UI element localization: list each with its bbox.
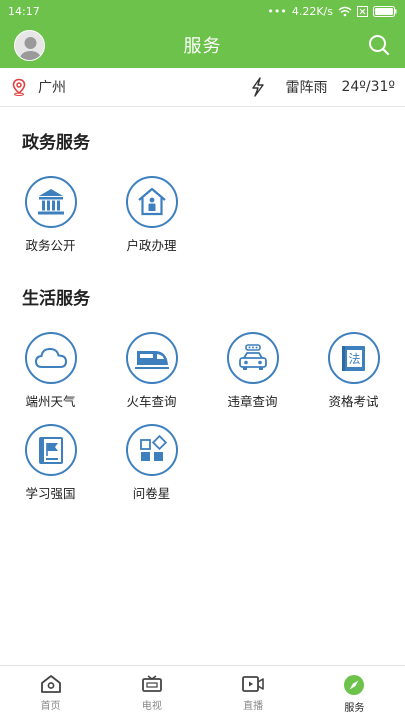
app-header: 服务	[0, 22, 405, 68]
government-services-grid: 政务公开 户政办理	[0, 176, 405, 254]
car-icon	[238, 344, 267, 370]
service-label: 问卷星	[132, 486, 171, 501]
service-icon-circle	[226, 332, 279, 384]
flag-book-icon	[38, 437, 63, 464]
service-icon-circle	[125, 332, 178, 384]
wifi-icon	[338, 6, 352, 16]
service-item-government-disclosure[interactable]: 政务公开	[0, 176, 101, 254]
service-label: 端州天气	[25, 394, 76, 409]
service-item-survey-star[interactable]: 问卷星	[101, 424, 202, 502]
government-building-icon	[37, 189, 64, 215]
user-avatar-icon	[19, 37, 42, 60]
service-label: 学习强国	[25, 486, 76, 501]
live-video-icon	[242, 676, 264, 692]
train-icon	[134, 351, 169, 369]
service-item-xuexi-qiangguo[interactable]: 学习强国	[0, 424, 101, 502]
status-bar: 14:17 ••• 4.22K/s	[0, 0, 405, 22]
city-name[interactable]: 广州	[38, 77, 249, 97]
service-label: 火车查询	[126, 394, 177, 409]
service-icon-circle	[125, 424, 178, 476]
bottom-tab-bar: 首页 电视 直播 服务	[0, 665, 405, 720]
survey-blocks-icon	[139, 434, 167, 461]
home-icon	[40, 675, 61, 693]
service-item-train[interactable]: 火车查询	[101, 332, 202, 410]
cloud-icon	[34, 347, 67, 368]
service-item-qualification-exam[interactable]: 法 资格考试	[303, 332, 404, 410]
service-label: 政务公开	[25, 238, 76, 253]
status-indicators: ••• 4.22K/s	[267, 5, 397, 18]
law-book-icon: 法	[341, 346, 365, 371]
tab-label: 首页	[40, 701, 61, 712]
service-item-weather[interactable]: 端州天气	[0, 332, 101, 410]
tab-label: 直播	[243, 701, 264, 712]
section-title-government: 政务服务	[22, 133, 90, 153]
battery-icon	[373, 5, 397, 17]
weather-condition: 雷阵雨	[285, 80, 328, 96]
service-item-household[interactable]: 户政办理	[101, 176, 202, 254]
search-icon[interactable]	[367, 33, 391, 57]
tab-home[interactable]: 首页	[0, 666, 101, 720]
sim-x-icon	[357, 5, 368, 17]
signal-dots-icon: •••	[267, 4, 287, 18]
compass-icon	[344, 675, 365, 695]
service-icon-circle	[24, 176, 77, 228]
tab-label: 服务	[344, 703, 365, 714]
service-icon-circle	[24, 424, 77, 476]
service-item-traffic-violation[interactable]: 违章查询	[202, 332, 303, 410]
service-icon-circle	[125, 176, 178, 228]
service-label: 违章查询	[227, 394, 278, 409]
household-registration-icon	[137, 187, 166, 216]
tab-live[interactable]: 直播	[203, 666, 304, 720]
life-services-grid: 端州天气 火车查询 违章查询 法 资格考试 学习强国 问卷星	[0, 332, 405, 502]
location-pin-icon	[12, 78, 26, 96]
service-label: 资格考试	[328, 394, 379, 409]
tab-services[interactable]: 服务	[304, 666, 405, 720]
tab-label: 电视	[141, 701, 162, 712]
tab-tv[interactable]: 电视	[101, 666, 202, 720]
section-title-life: 生活服务	[22, 289, 90, 309]
svg-text:法: 法	[348, 352, 360, 366]
thunder-icon	[252, 77, 265, 97]
service-icon-circle: 法	[327, 332, 380, 384]
weather-bar: 广州 雷阵雨 24º/31º	[0, 68, 405, 107]
service-label: 户政办理	[126, 238, 177, 253]
page-title: 服务	[183, 36, 222, 57]
service-icon-circle	[24, 332, 77, 384]
avatar[interactable]	[14, 30, 45, 61]
tv-icon	[141, 675, 162, 692]
temperature: 24º/31º	[341, 79, 395, 95]
network-speed: 4.22K/s	[291, 4, 333, 18]
status-time: 14:17	[8, 4, 40, 18]
